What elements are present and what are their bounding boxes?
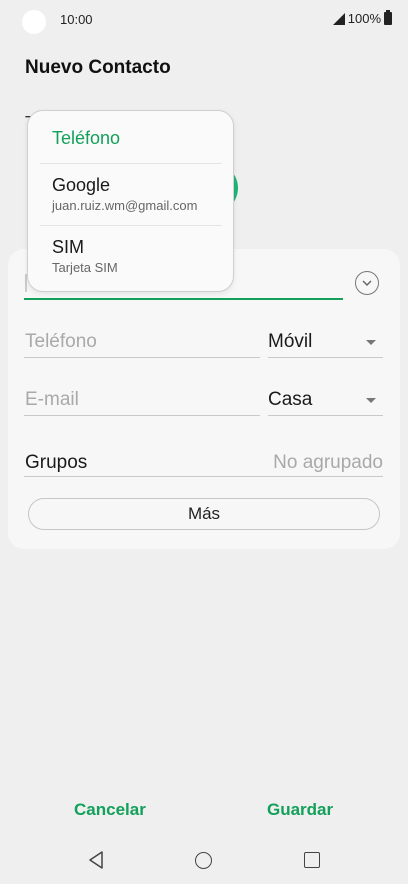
menu-item-sim[interactable]: SIM Tarjeta SIM <box>28 226 233 286</box>
chevron-down-icon <box>366 398 376 403</box>
menu-item-label: Google <box>52 175 111 195</box>
groups-underline <box>24 476 383 477</box>
battery-icon <box>384 10 392 25</box>
phone-input-underline <box>24 357 260 358</box>
menu-item-phone[interactable]: Teléfono <box>28 111 233 163</box>
menu-item-subtitle: juan.ruiz.wm@gmail.com <box>52 198 198 213</box>
page-title: Nuevo Contacto <box>25 57 171 78</box>
status-bar: 10:00 100% <box>0 0 408 40</box>
email-input-underline <box>24 415 260 416</box>
phone-type-underline <box>268 357 383 358</box>
menu-item-google[interactable]: Google juan.ruiz.wm@gmail.com <box>28 164 233 224</box>
email-type-select[interactable]: Casa <box>268 389 312 411</box>
phone-input[interactable]: Teléfono <box>25 331 97 353</box>
name-input-underline <box>24 298 343 300</box>
menu-item-label: Teléfono <box>52 128 121 148</box>
status-time: 10:00 <box>60 12 93 27</box>
more-button[interactable]: Más <box>28 498 380 530</box>
groups-label[interactable]: Grupos <box>25 452 87 474</box>
menu-item-label: SIM <box>52 237 85 257</box>
save-button[interactable]: Guardar <box>267 800 333 820</box>
back-icon[interactable] <box>88 851 104 869</box>
status-indicators: 100% <box>332 10 392 26</box>
phone-type-select[interactable]: Móvil <box>268 331 312 353</box>
expand-name-button[interactable] <box>355 271 379 295</box>
email-type-underline <box>268 415 383 416</box>
battery-percentage: 100% <box>347 11 381 26</box>
email-input[interactable]: E-mail <box>25 389 79 411</box>
recents-icon[interactable] <box>304 852 320 868</box>
home-icon[interactable] <box>195 852 212 869</box>
groups-value[interactable]: No agrupado <box>273 452 383 474</box>
signal-icon <box>332 12 345 25</box>
storage-location-menu: Teléfono Google juan.ruiz.wm@gmail.com S… <box>27 110 234 292</box>
cancel-button[interactable]: Cancelar <box>74 800 146 820</box>
menu-item-subtitle: Tarjeta SIM <box>52 260 118 275</box>
notification-dot-icon <box>22 10 46 34</box>
chevron-down-icon <box>362 280 372 287</box>
chevron-down-icon <box>366 340 376 345</box>
